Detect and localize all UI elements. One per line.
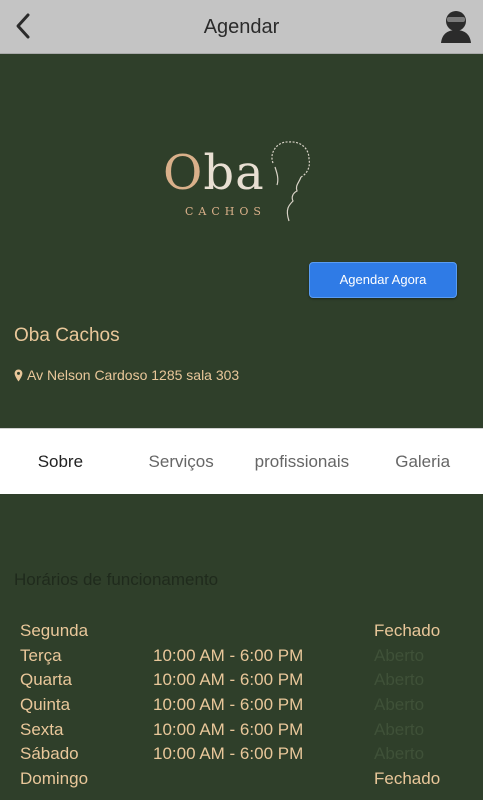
- hours-status: Aberto: [374, 695, 425, 715]
- section-tabs: Sobre Serviços profissionais Galeria: [0, 428, 483, 494]
- hours-row: Segunda Fechado: [20, 619, 460, 644]
- hours-row: Sexta 10:00 AM - 6:00 PM Aberto: [20, 718, 460, 743]
- tab-sobre[interactable]: Sobre: [0, 429, 121, 494]
- hours-status: Fechado: [374, 769, 441, 789]
- top-bar: Agendar: [0, 0, 483, 54]
- hours-time: 10:00 AM - 6:00 PM: [153, 744, 304, 764]
- hours-day: Terça: [20, 645, 62, 665]
- hours-status: Fechado: [374, 621, 441, 640]
- hours-status: Aberto: [374, 744, 425, 764]
- logo-wordmark: Oba: [163, 145, 265, 201]
- hours-day: Quarta: [20, 670, 72, 690]
- hours-day: Quinta: [20, 695, 71, 715]
- hours-day: Sexta: [20, 719, 64, 739]
- hours-time: 10:00 AM - 6:00 PM: [153, 695, 304, 715]
- hours-status: Aberto: [374, 719, 425, 739]
- face-profile-icon: [271, 141, 310, 222]
- hours-row: Quinta 10:00 AM - 6:00 PM Aberto: [20, 693, 460, 718]
- hours-time: 10:00 AM - 6:00 PM: [153, 645, 304, 665]
- hours-status: Aberto: [374, 645, 425, 665]
- opening-hours-table: Segunda Fechado Terça 10:00 AM - 6:00 PM…: [20, 619, 460, 792]
- hours-day: Domingo: [20, 769, 89, 789]
- tab-profissionais[interactable]: profissionais: [242, 429, 363, 494]
- tab-galeria[interactable]: Galeria: [362, 429, 483, 494]
- map-pin-icon: [14, 369, 23, 381]
- logo-subtitle: CACHOS: [185, 205, 266, 218]
- user-button[interactable]: [439, 8, 473, 44]
- hours-row: Sábado 10:00 AM - 6:00 PM Aberto: [20, 742, 460, 767]
- opening-hours-title: Horários de funcionamento: [14, 570, 219, 589]
- hours-day: Segunda: [20, 621, 89, 640]
- page-title: Agendar: [203, 16, 280, 38]
- address-text: Av Nelson Cardoso 1285 sala 303: [27, 367, 240, 383]
- hours-row: Terça 10:00 AM - 6:00 PM Aberto: [20, 644, 460, 669]
- business-hero: Oba CACHOS Agendar Agora Oba Cachos Av N…: [0, 55, 483, 428]
- hours-time: 10:00 AM - 6:00 PM: [153, 719, 304, 739]
- hours-day: Sábado: [20, 744, 79, 764]
- user-avatar-icon: [441, 11, 471, 43]
- business-address: Av Nelson Cardoso 1285 sala 303: [14, 367, 239, 383]
- business-name: Oba Cachos: [14, 325, 120, 346]
- tab-servicos[interactable]: Serviços: [121, 429, 242, 494]
- hours-row: Quarta 10:00 AM - 6:00 PM Aberto: [20, 668, 460, 693]
- business-logo: Oba CACHOS: [155, 139, 315, 229]
- book-now-button[interactable]: Agendar Agora: [309, 262, 457, 298]
- hours-row: Domingo Fechado: [20, 767, 460, 792]
- hours-status: Aberto: [374, 670, 425, 690]
- hours-time: 10:00 AM - 6:00 PM: [153, 670, 304, 690]
